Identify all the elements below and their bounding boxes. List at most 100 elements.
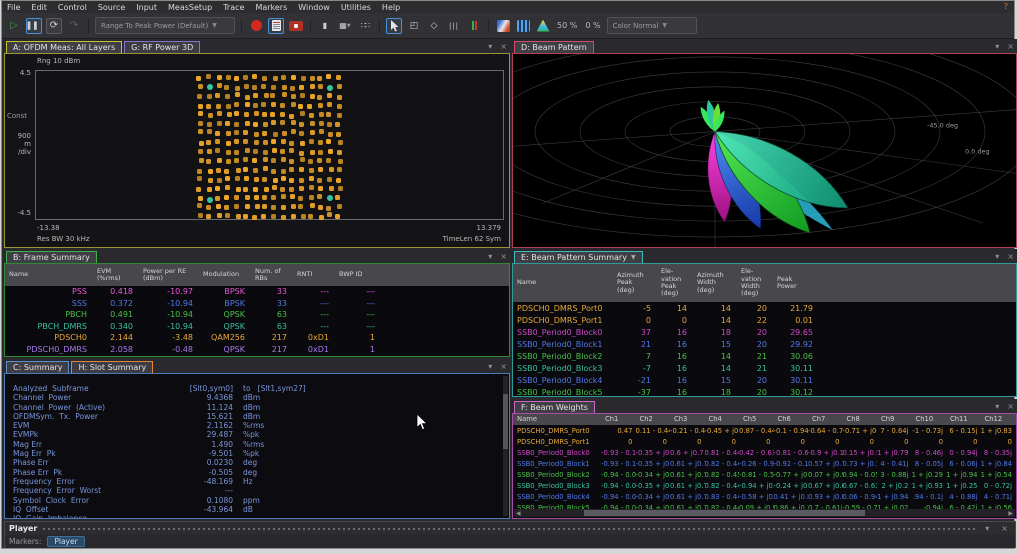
- dropdown-caret-icon[interactable]: ▼: [631, 254, 636, 261]
- column-header[interactable]: Ele- vation Peak (deg): [657, 266, 693, 299]
- column-header[interactable]: Ch2: [636, 416, 671, 424]
- menu-item[interactable]: Window: [298, 3, 330, 12]
- column-header[interactable]: Num. of RBs: [251, 266, 293, 285]
- beam-pattern-plot[interactable]: -45.0 deg 0.0 deg: [512, 53, 1017, 248]
- vertical-scrollbar[interactable]: [503, 376, 508, 516]
- band-lines-icon[interactable]: |||: [446, 18, 462, 34]
- trace-percent[interactable]: 0 %: [583, 21, 602, 30]
- tab-beam-weights[interactable]: F: Beam Weights: [514, 401, 595, 413]
- panel-menu-icon[interactable]: ▾: [992, 402, 1002, 411]
- column-header[interactable]: Ch4: [705, 416, 740, 424]
- close-icon[interactable]: ×: [497, 42, 510, 51]
- tab-slot-summary[interactable]: H: Slot Summary: [71, 361, 153, 373]
- menu-item[interactable]: Control: [58, 3, 87, 12]
- scrollbar-thumb[interactable]: [584, 510, 865, 516]
- column-header[interactable]: Modulation: [199, 269, 251, 280]
- range-dropdown[interactable]: Range To Peak Power (Default) ▼: [95, 17, 235, 34]
- panel-menu-icon[interactable]: ▾: [992, 252, 1002, 261]
- restart-icon[interactable]: ⟳: [46, 18, 62, 34]
- table-row[interactable]: SSB0_Period0_Block0 -0.93 - 0.11j-0.35 +…: [513, 447, 1016, 458]
- column-header[interactable]: BWP ID: [335, 269, 381, 280]
- marker-diamond-icon[interactable]: ◇: [426, 18, 442, 34]
- menu-item[interactable]: MeasSetup: [168, 3, 212, 12]
- selection-arrow-icon[interactable]: [386, 18, 402, 34]
- panel-menu-icon[interactable]: ▾: [485, 252, 495, 261]
- table-row[interactable]: SSB0_Period0_Block3 -716142130.11: [513, 362, 1016, 374]
- column-header[interactable]: Name: [513, 277, 613, 288]
- column-header[interactable]: Ch10: [912, 416, 947, 424]
- close-icon[interactable]: ×: [1004, 402, 1017, 411]
- table-row[interactable]: SSB0_Period0_Block1 2116152029.92: [513, 338, 1016, 350]
- close-icon[interactable]: ×: [998, 524, 1011, 533]
- column-header[interactable]: Ch11: [946, 416, 981, 424]
- menu-item[interactable]: Help: [382, 3, 400, 12]
- histogram-color-icon[interactable]: [515, 18, 531, 34]
- tab-beam-pattern-summary[interactable]: E: Beam Pattern Summary▼: [514, 251, 643, 263]
- menu-item[interactable]: Utilities: [341, 3, 371, 12]
- close-icon[interactable]: ×: [1004, 42, 1017, 51]
- single-trace-icon[interactable]: ▮: [317, 18, 333, 34]
- table-row[interactable]: SSB0_Period0_Block4 -2116152030.11: [513, 374, 1016, 386]
- table-row[interactable]: PDSCH0_DMRS_Port1 000000000000: [513, 436, 1016, 447]
- column-header[interactable]: Power per RE (dBm): [139, 266, 199, 285]
- scroll-right-icon[interactable]: ▶: [1008, 510, 1013, 517]
- column-header[interactable]: EVM (%rms): [93, 266, 139, 285]
- table-row[interactable]: SSB0_Period0_Block1 -0.93 - 0.1j-0.35 + …: [513, 458, 1016, 469]
- column-header[interactable]: Azimuth Peak (deg): [613, 270, 657, 296]
- table-row[interactable]: SSB0_Period0_Block4 -0.94 - 0.08j-0.34 +…: [513, 491, 1016, 502]
- copy-screen-icon[interactable]: [268, 18, 284, 34]
- menu-item[interactable]: Source: [98, 3, 125, 12]
- column-header[interactable]: Ch9: [877, 416, 912, 424]
- play-icon[interactable]: ▷: [6, 18, 22, 34]
- grid-layout-icon[interactable]: ▦▼: [337, 18, 353, 34]
- scrollbar-thumb[interactable]: [503, 394, 508, 449]
- player-timeline[interactable]: [43, 528, 976, 530]
- table-row[interactable]: SSB0_Period0_Block3 -0.94 - 0.06j-0.35 +…: [513, 480, 1016, 491]
- table-row[interactable]: PDSCH0_DMRS2.058 -0.48QPSK 2170xD1 1: [5, 344, 509, 356]
- close-icon[interactable]: ×: [497, 362, 510, 371]
- panel-menu-icon[interactable]: ▾: [485, 42, 495, 51]
- column-header[interactable]: Ch1: [601, 416, 636, 424]
- tab-ofdm-meas-all-layers[interactable]: A: OFDM Meas: All Layers: [6, 41, 122, 53]
- panel-menu-icon[interactable]: ▾: [485, 362, 495, 371]
- table-row[interactable]: SSS0.372 -10.94BPSK 33--- ---: [5, 298, 509, 310]
- color-dropdown[interactable]: Color Normal ▼: [607, 17, 697, 34]
- table-row[interactable]: SSB0_Period0_Block2 716142130.06: [513, 350, 1016, 362]
- tab-rf-power-3d[interactable]: G: RF Power 3D: [124, 41, 200, 53]
- stacked-layout-icon[interactable]: ∷∷: [357, 18, 373, 34]
- band-markers-icon[interactable]: [466, 18, 482, 34]
- table-row[interactable]: PDSCH0_DMRS_Port1 0014220.01: [513, 314, 1016, 326]
- menu-item[interactable]: Edit: [31, 3, 47, 12]
- table-row[interactable]: PSS0.418 -10.97BPSK 33--- ---: [5, 286, 509, 298]
- table-row[interactable]: SSB0_Period0_Block0 3716182029.65: [513, 326, 1016, 338]
- close-icon[interactable]: ×: [497, 252, 510, 261]
- column-header[interactable]: Ele- vation Width (deg): [737, 266, 773, 299]
- horizontal-scrollbar[interactable]: ◀ ▶: [514, 509, 1015, 517]
- single-step-icon[interactable]: ↷: [66, 18, 82, 34]
- column-header[interactable]: Ch3: [670, 416, 705, 424]
- table-row[interactable]: PBCH_DMRS0.340 -10.94QPSK 63--- ---: [5, 321, 509, 333]
- scroll-left-icon[interactable]: ◀: [516, 510, 521, 517]
- column-header[interactable]: Ch7: [808, 416, 843, 424]
- column-header[interactable]: Ch12: [981, 416, 1016, 424]
- column-header[interactable]: Name: [513, 416, 601, 424]
- close-icon[interactable]: ×: [1004, 252, 1017, 261]
- menu-item[interactable]: Markers: [255, 3, 287, 12]
- table-row[interactable]: SSB0_Period0_Block5 -3716182030.12: [513, 386, 1016, 397]
- spectrogram-color-icon[interactable]: [495, 18, 511, 34]
- tab-summary[interactable]: C: Summary: [6, 361, 69, 373]
- zoom-select-icon[interactable]: ◰: [406, 18, 422, 34]
- tab-beam-pattern[interactable]: D: Beam Pattern: [514, 41, 594, 53]
- plot-area[interactable]: [35, 70, 504, 220]
- menu-item[interactable]: File: [7, 3, 20, 12]
- column-header[interactable]: Azimuth Width (deg): [693, 270, 737, 296]
- column-header[interactable]: Ch8: [843, 416, 878, 424]
- column-header[interactable]: Ch6: [774, 416, 809, 424]
- table-row[interactable]: PDSCH0_DMRS_Port0 0.470.11 - 0.44j-0.21 …: [513, 425, 1016, 436]
- table-row[interactable]: SSB0_Period0_Block2 -0.94 - 0.06j-0.34 +…: [513, 469, 1016, 480]
- table-row[interactable]: PBCH0.491 -10.94QPSK 63--- ---: [5, 309, 509, 321]
- zoom-percent[interactable]: 50 %: [555, 21, 579, 30]
- table-row[interactable]: PDSCH0_DMRS_Port0 -514142021.79: [513, 302, 1016, 314]
- color-triangle-icon[interactable]: [535, 18, 551, 34]
- panel-menu-icon[interactable]: ▾: [982, 524, 992, 533]
